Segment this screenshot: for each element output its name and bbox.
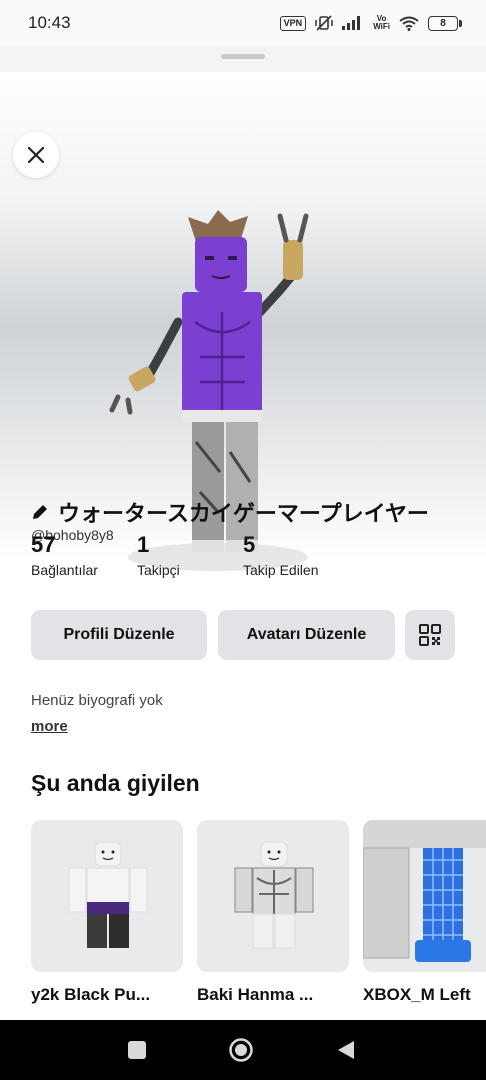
pencil-icon [33,505,47,519]
item-thumbnail [68,841,148,948]
display-name-row[interactable]: ウォータースカイゲーマープレイヤー [30,496,429,528]
edit-avatar-button[interactable]: Avatarı Düzenle [218,610,395,660]
display-name: ウォータースカイゲーマープレイヤー [58,501,429,526]
stat-value: 57 [31,532,56,557]
back-icon[interactable] [336,1039,356,1061]
stat-label: Bağlantılar [31,562,98,578]
qr-code-icon [419,624,441,646]
wearing-item-card[interactable] [197,820,349,972]
bio-text: Henüz biyografi yok [31,692,163,709]
stat-label: Takip Edilen [243,562,319,578]
wifi-icon [399,16,419,31]
item-thumbnail [363,820,486,962]
home-icon[interactable] [228,1037,254,1063]
item-name: Baki Hanma ... [197,985,314,1004]
navigation-bar [0,1020,486,1080]
section-title-wearing: Şu anda giyilen [31,770,200,796]
close-icon [27,146,45,164]
close-button[interactable] [13,132,59,178]
item-name: XBOX_M Left [363,985,471,1004]
edit-profile-button[interactable]: Profili Düzenle [31,610,207,660]
wearing-item-card[interactable] [31,820,183,972]
recents-icon[interactable] [127,1040,147,1060]
clock: 10:43 [28,13,71,32]
status-bar: 10:43 VPN Vo WiFi 8 [0,0,486,46]
wearing-item-card[interactable] [363,820,486,972]
qr-code-button[interactable] [405,610,455,660]
vpn-icon: VPN [279,15,307,31]
item-name: y2k Black Pu... [31,985,151,1004]
sheet-header [0,46,486,72]
battery-icon: 8 [428,15,462,31]
more-link[interactable]: more [31,718,68,735]
vibrate-off-icon [315,15,333,31]
stat-followers[interactable]: 1 Takipçi [137,532,243,578]
item-thumbnail [234,841,314,949]
stat-connections[interactable]: 57 Bağlantılar [31,532,137,578]
stat-following[interactable]: 5 Takip Edilen [243,532,319,578]
stat-label: Takipçi [137,562,180,578]
avatar-hero: ウォータースカイゲーマープレイヤー @bohoby8y8 [0,72,486,602]
vowifi-icon: Vo WiFi [373,14,390,31]
status-icons: VPN Vo WiFi 8 [279,14,462,31]
stat-value: 5 [243,532,256,557]
stat-value: 1 [137,532,150,557]
profile-stats: 57 Bağlantılar 1 Takipçi 5 Takip Edilen [31,532,319,578]
signal-icon [342,16,361,30]
drag-handle[interactable] [221,54,265,59]
